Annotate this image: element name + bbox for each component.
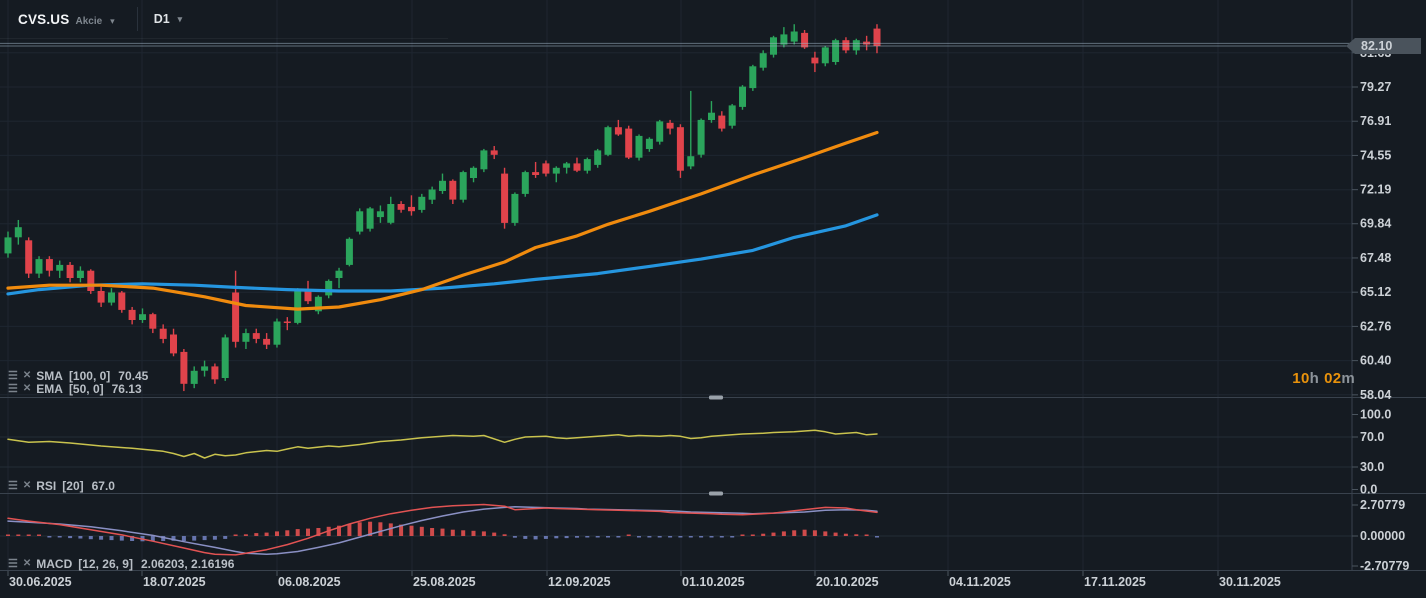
price-axis-label: 65.12 [1360, 285, 1391, 299]
date-axis-label: 17.11.2025 [1084, 575, 1146, 589]
instrument-type-label: Akcie [75, 16, 102, 27]
chart-toolbar: CVS.US Akcie ▾ D1 ▾ [0, 0, 448, 39]
date-axis-label: 30.06.2025 [9, 575, 72, 589]
indicator-params: [100, 0] [69, 369, 110, 383]
price-axis-label: 69.84 [1360, 217, 1391, 231]
indicator-settings-icon[interactable]: ☰ [8, 371, 18, 382]
macd-pane-resize-handle[interactable] [709, 492, 723, 496]
date-axis-label: 25.08.2025 [413, 575, 476, 589]
current-price-label: 82.10 [1361, 39, 1392, 53]
rsi-axis-label: 0.0 [1360, 483, 1377, 497]
chevron-down-icon: ▾ [178, 14, 183, 25]
symbol-label: CVS.US [18, 12, 69, 27]
indicator-value: 67.0 [92, 479, 115, 493]
indicator-value: 70.45 [118, 369, 148, 383]
indicator-params: [12, 26, 9] [78, 557, 133, 571]
price-axis-label: 60.40 [1360, 354, 1391, 368]
rsi-axis-label: 100.0 [1360, 408, 1391, 422]
indicator-remove-icon[interactable]: ✕ [23, 559, 31, 569]
macd-axis-label: 0.00000 [1360, 529, 1405, 543]
candlestick-series [5, 24, 881, 391]
candle-countdown: 10h02m [1292, 370, 1355, 387]
price-axis-label: 76.91 [1360, 114, 1391, 128]
indicator-settings-icon[interactable]: ☰ [8, 384, 18, 395]
time-axis[interactable]: 30.06.2025 18.07.2025 06.08.2025 25.08.2025… [8, 571, 1281, 589]
macd-axis-label: 2.70779 [1360, 498, 1405, 512]
indicator-value: 76.13 [112, 382, 142, 396]
ema-legend: ☰ ✕ EMA [50, 0] 76.13 [8, 382, 142, 396]
indicator-params: [50, 0] [69, 382, 104, 396]
indicator-name: SMA [36, 369, 63, 383]
price-axis-label: 67.48 [1360, 251, 1391, 265]
sma-legend: ☰ ✕ SMA [100, 0] 70.45 [8, 369, 148, 383]
date-axis-label: 01.10.2025 [682, 575, 745, 589]
rsi-line [8, 430, 877, 458]
toolbar-separator [137, 7, 138, 31]
rsi-axis-label: 30.0 [1360, 460, 1384, 474]
price-axis-label: 79.27 [1360, 80, 1391, 94]
price-axis-label: 58.04 [1360, 388, 1391, 402]
macd-legend: ☰ ✕ MACD [12, 26, 9] 2.06203, 2.16196 [8, 557, 234, 571]
current-price-badge: 82.10 [1346, 38, 1421, 54]
timeframe-label: D1 [154, 12, 170, 26]
indicator-value: 2.06203, 2.16196 [141, 557, 234, 571]
indicator-name: RSI [36, 479, 56, 493]
rsi-pane-resize-handle[interactable] [709, 396, 723, 400]
rsi-legend: ☰ ✕ RSI [20] 67.0 [8, 479, 115, 493]
price-axis-label: 62.76 [1360, 319, 1391, 333]
price-axis-label: 74.55 [1360, 148, 1391, 162]
chevron-down-icon: ▾ [110, 16, 115, 27]
indicator-params: [20] [62, 479, 83, 493]
trading-chart-window: 81.6379.2776.9174.5572.1969.8467.4865.12… [0, 0, 1426, 598]
indicator-name: MACD [36, 557, 72, 571]
indicator-settings-icon[interactable]: ☰ [8, 559, 18, 570]
date-axis-label: 12.09.2025 [548, 575, 611, 589]
chart-canvas[interactable]: 81.6379.2776.9174.5572.1969.8467.4865.12… [0, 0, 1426, 598]
timeframe-selector[interactable]: D1 ▾ [154, 12, 183, 26]
rsi-axis-label: 70.0 [1360, 430, 1384, 444]
macd-axis-label: -2.70779 [1360, 559, 1409, 573]
date-axis-label: 18.07.2025 [143, 575, 206, 589]
symbol-selector[interactable]: CVS.US Akcie ▾ [18, 12, 115, 27]
date-axis-label: 30.11.2025 [1219, 575, 1281, 589]
indicator-remove-icon[interactable]: ✕ [23, 371, 31, 381]
indicator-remove-icon[interactable]: ✕ [23, 481, 31, 491]
indicator-settings-icon[interactable]: ☰ [8, 481, 18, 492]
date-axis-label: 04.11.2025 [949, 575, 1011, 589]
current-price-lines [0, 43, 1352, 46]
price-axis-label: 72.19 [1360, 183, 1391, 197]
indicator-name: EMA [36, 382, 63, 396]
date-axis-label: 20.10.2025 [816, 575, 879, 589]
date-axis-label: 06.08.2025 [278, 575, 341, 589]
indicator-remove-icon[interactable]: ✕ [23, 384, 31, 394]
